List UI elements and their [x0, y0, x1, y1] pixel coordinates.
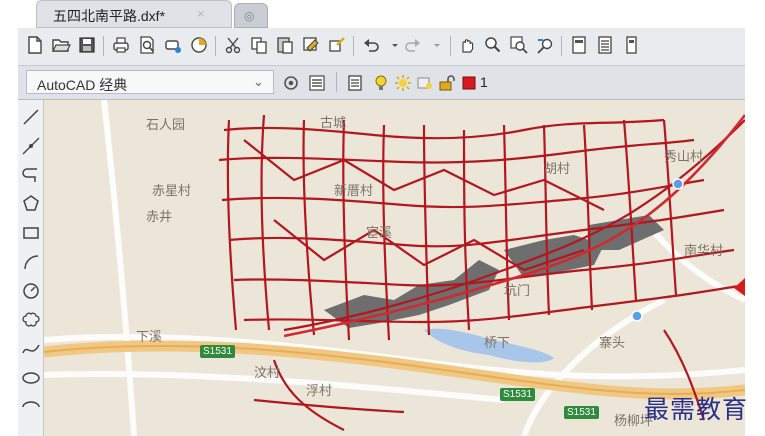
- layer-color-swatch-icon[interactable]: [458, 72, 480, 94]
- cad-app-window: 五四北南平路.dxf* × ◎ AutoCAD 经典 ⌄ 1 石人园 古城 赤星…: [0, 0, 765, 436]
- design-center-icon[interactable]: [594, 34, 616, 56]
- map-drawing: [44, 100, 745, 436]
- drawing-canvas[interactable]: 石人园 古城 赤星村 赤井 新厝村 宦溪 胡村 秀山村 下溪 浮村 汶村 桥下 …: [44, 100, 745, 436]
- map-place-label: 汶村: [254, 365, 281, 380]
- draw-toolbar: [18, 100, 44, 436]
- layer-viewport-freeze-icon[interactable]: [414, 72, 436, 94]
- road-shield: S1531: [564, 406, 599, 419]
- map-place-label: 浮村: [306, 383, 333, 398]
- map-place-label: 宦溪: [366, 225, 393, 240]
- plot-icon[interactable]: [188, 34, 210, 56]
- toolbar-separator: [450, 36, 451, 56]
- revision-cloud-icon[interactable]: [20, 309, 42, 331]
- arc-icon[interactable]: [20, 251, 42, 273]
- map-place-label: 桥下: [484, 335, 511, 350]
- new-tab-icon: ◎: [244, 9, 255, 23]
- cut-icon[interactable]: [222, 34, 244, 56]
- workspace-customize-icon[interactable]: [306, 72, 328, 94]
- layer-on-bulb-icon[interactable]: [370, 72, 392, 94]
- redo-icon[interactable]: [402, 34, 424, 56]
- undo-icon[interactable]: [360, 34, 382, 56]
- map-place-label: 古城: [320, 115, 347, 130]
- zoom-realtime-icon[interactable]: [482, 34, 504, 56]
- road-shield: S1531: [200, 345, 235, 358]
- workspace-dropdown[interactable]: AutoCAD 经典 ⌄: [26, 70, 274, 94]
- layer-thaw-sun-icon[interactable]: [392, 72, 414, 94]
- save-icon[interactable]: [76, 34, 98, 56]
- workspace-label: AutoCAD 经典: [37, 77, 128, 93]
- map-place-label: 新厝村: [334, 183, 374, 198]
- document-tab-bar: 五四北南平路.dxf* × ◎: [0, 0, 765, 28]
- map-place-label: 石人园: [146, 117, 186, 132]
- road-shield: S1531: [500, 388, 535, 401]
- redo-dropdown-icon[interactable]: [426, 34, 448, 56]
- properties-icon[interactable]: [568, 34, 590, 56]
- zoom-previous-icon[interactable]: [534, 34, 556, 56]
- toolbar-separator: [561, 36, 562, 56]
- map-place-label: 下溪: [136, 329, 163, 344]
- zoom-window-icon[interactable]: [508, 34, 530, 56]
- print-icon[interactable]: [110, 34, 132, 56]
- construction-line-icon[interactable]: [20, 135, 42, 157]
- ellipse-icon[interactable]: [20, 367, 42, 389]
- map-place-label: 坑门: [504, 283, 531, 298]
- map-place-label: 胡村: [544, 161, 571, 176]
- toolbar-separator: [103, 36, 104, 56]
- ellipse-arc-icon[interactable]: [20, 396, 42, 418]
- polygon-icon[interactable]: [20, 193, 42, 215]
- document-tab[interactable]: 五四北南平路.dxf* ×: [36, 0, 232, 28]
- standard-toolbar: [18, 28, 745, 66]
- watermark-text: 最需教育: [644, 395, 749, 424]
- pan-icon[interactable]: [456, 34, 478, 56]
- layer-unlock-icon[interactable]: [436, 72, 458, 94]
- copy-icon[interactable]: [248, 34, 270, 56]
- publish-icon[interactable]: [162, 34, 184, 56]
- new-icon[interactable]: [24, 34, 46, 56]
- line-icon[interactable]: [20, 106, 42, 128]
- close-tab-icon[interactable]: ×: [197, 6, 205, 21]
- window-left-edge: [0, 28, 18, 436]
- workspace-toolbar: AutoCAD 经典 ⌄ 1: [18, 66, 745, 100]
- toolbar-separator: [215, 36, 216, 56]
- map-place-label: 南华村: [684, 243, 724, 258]
- block-editor-icon[interactable]: [326, 34, 348, 56]
- paste-icon[interactable]: [274, 34, 296, 56]
- circle-icon[interactable]: [20, 280, 42, 302]
- workspace-settings-icon[interactable]: [280, 72, 302, 94]
- match-properties-icon[interactable]: [300, 34, 322, 56]
- open-icon[interactable]: [50, 34, 72, 56]
- layer-properties-icon[interactable]: [344, 72, 366, 94]
- map-place-label: 寨头: [599, 335, 626, 350]
- map-place-label: 赤星村: [152, 183, 192, 198]
- map-place-label: 赤井: [146, 209, 173, 224]
- map-place-label: 秀山村: [664, 149, 704, 164]
- print-preview-icon[interactable]: [136, 34, 158, 56]
- tool-palette-icon[interactable]: [620, 34, 642, 56]
- interchange-marker: [631, 310, 643, 322]
- toolbar-separator: [353, 36, 354, 56]
- current-layer-name[interactable]: 1: [480, 74, 488, 90]
- polyline-icon[interactable]: [20, 164, 42, 186]
- new-tab-button[interactable]: ◎: [234, 3, 268, 28]
- spline-icon[interactable]: [20, 338, 42, 360]
- interchange-marker: [672, 178, 684, 190]
- document-tab-title: 五四北南平路.dxf*: [53, 8, 166, 24]
- chevron-down-icon: ⌄: [253, 74, 264, 89]
- toolbar-separator: [336, 72, 337, 92]
- rectangle-icon[interactable]: [20, 222, 42, 244]
